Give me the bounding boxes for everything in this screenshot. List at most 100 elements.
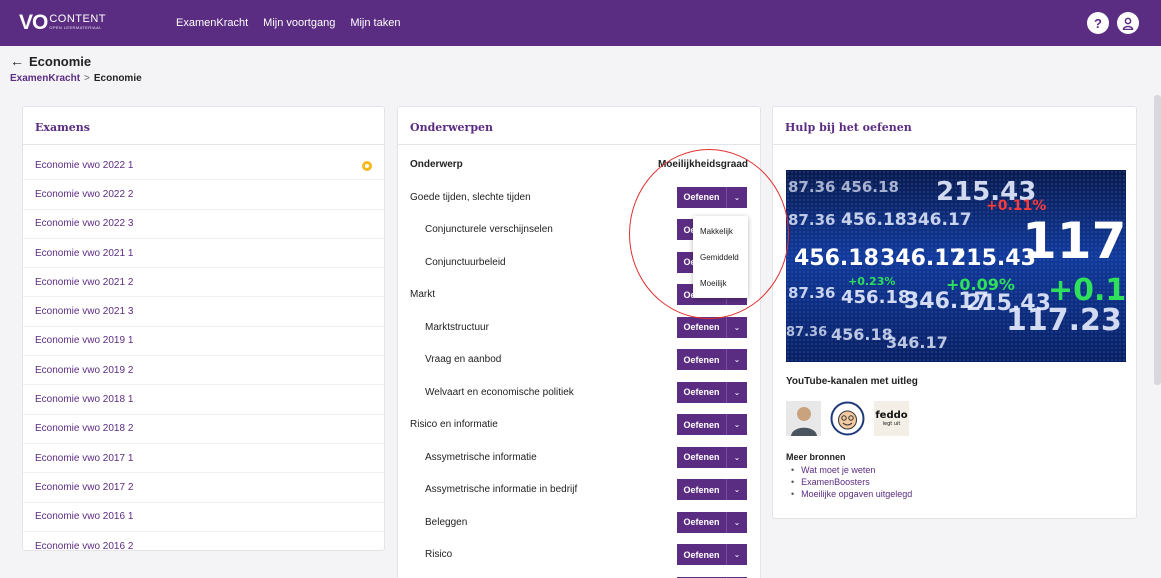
oefenen-button[interactable]: Oefenen [677, 544, 727, 566]
more-resources-title: Meer bronnen [786, 452, 846, 462]
youtube-channel-avatar-1[interactable] [786, 401, 821, 436]
oefenen-button[interactable]: Oefenen [677, 414, 727, 436]
youtube-channel-avatar-3[interactable]: feddo legt uit [874, 401, 909, 436]
exam-list-item[interactable]: Economie vwo 2017 2 [23, 473, 384, 503]
stock-number-456-18-second: 456.18 [841, 210, 907, 230]
back-arrow-icon[interactable]: ← [10, 53, 24, 69]
oefenen-split-button: Oefenen⌄ [677, 381, 747, 403]
cartoon-face-icon [830, 401, 865, 436]
help-button[interactable]: ? [1087, 12, 1109, 34]
exam-list-item[interactable]: Economie vwo 2019 1 [23, 327, 384, 357]
chevron-down-icon[interactable]: ⌄ [727, 446, 747, 468]
exam-item-label: Economie vwo 2018 1 [35, 394, 134, 406]
breadcrumb-link-examenkracht[interactable]: ExamenKracht [10, 73, 80, 84]
oefenen-button[interactable]: Oefenen [677, 446, 727, 468]
nav-link-examenkracht[interactable]: ExamenKracht [176, 17, 248, 29]
exam-item-label: Economie vwo 2021 1 [35, 247, 134, 259]
difficulty-dropdown-menu: Makkelijk Gemiddeld Moeilijk [693, 216, 748, 298]
exam-list-item[interactable]: Economie vwo 2017 1 [23, 444, 384, 474]
resource-link-examenboosters[interactable]: ExamenBoosters [786, 476, 912, 488]
breadcrumb-separator: > [84, 73, 90, 84]
top-navigation-bar: VO CONTENT OPEN LEERMATERIAAL ExamenKrac… [0, 0, 1161, 46]
exam-list-item[interactable]: Economie vwo 2022 3 [23, 210, 384, 239]
stock-change-red: +0.11% [986, 198, 1046, 214]
chevron-down-icon[interactable]: ⌄ [727, 381, 747, 403]
stock-change-green-mid: +0.09% [946, 275, 1015, 294]
exam-item-label: Economie vwo 2021 3 [35, 306, 134, 318]
feddo-logo-subtext: legt uit [883, 421, 901, 427]
topic-row: Risico en informatie Oefenen ⌄ [398, 409, 760, 442]
exam-list-item[interactable]: Economie vwo 2021 2 [23, 268, 384, 298]
chevron-down-icon[interactable]: ⌄ [727, 186, 747, 208]
chevron-down-icon[interactable]: ⌄ [727, 349, 747, 371]
topic-label: Conjunctuurbeleid [425, 256, 506, 268]
exam-item-label: Economie vwo 2016 1 [35, 511, 134, 523]
subtopic-row: Marktstructuur Oefenen ⌄ [398, 311, 760, 344]
oefenen-button[interactable]: Oefenen [677, 381, 727, 403]
chevron-down-icon[interactable]: ⌄ [727, 511, 747, 533]
help-panel-title: Hulp bij het oefenen [773, 107, 1136, 145]
nav-link-mijn-taken[interactable]: Mijn taken [350, 17, 400, 29]
stock-ticker-graphic: 87.36 456.18 215.43 87.36 456.18 346.17 … [786, 170, 1126, 362]
dropdown-item-makkelijk[interactable]: Makkelijk [693, 218, 748, 244]
stock-number-87-36-third: 87.36 [788, 284, 835, 302]
resource-link-moeilijke-opgaven[interactable]: Moeilijke opgaven uitgelegd [786, 488, 912, 500]
exam-list-item[interactable]: Economie vwo 2019 2 [23, 356, 384, 386]
subtopic-row: Assymetrische informatie in bedrijf Oefen… [398, 474, 760, 507]
user-icon [1122, 17, 1134, 30]
exam-list-item[interactable]: Economie vwo 2022 2 [23, 180, 384, 210]
exam-item-label: Economie vwo 2022 3 [35, 218, 134, 230]
topic-row: Goede tijden, slechte tijden Oefenen ⌄ [398, 181, 760, 214]
exam-item-label: Economie vwo 2022 2 [35, 188, 134, 200]
youtube-channel-avatar-2[interactable] [830, 401, 865, 436]
oefenen-button[interactable]: Oefenen [677, 479, 727, 501]
dropdown-item-moeilijk[interactable]: Moeilijk [693, 270, 748, 296]
oefenen-button[interactable]: Oefenen [677, 511, 727, 533]
chevron-down-icon[interactable]: ⌄ [727, 479, 747, 501]
oefenen-split-button: Oefenen⌄ [677, 446, 747, 468]
oefenen-split-button: Oefenen⌄ [677, 511, 747, 533]
subtopic-row: Vraag en aanbod Oefenen ⌄ [398, 344, 760, 377]
exam-list-item[interactable]: Economie vwo 2016 1 [23, 503, 384, 532]
exam-list-item[interactable]: Economie vwo 2018 1 [23, 385, 384, 415]
nav-link-mijn-voortgang[interactable]: Mijn voortgang [263, 17, 335, 29]
exam-item-label: Economie vwo 2019 2 [35, 364, 134, 376]
dropdown-item-gemiddeld[interactable]: Gemiddeld [693, 244, 748, 270]
stock-number-87-36-bottom: 87.36 [786, 325, 827, 340]
help-panel: Hulp bij het oefenen 87.36 456.18 215.43… [772, 106, 1137, 519]
oefenen-button[interactable]: Oefenen [677, 349, 727, 371]
vo-content-logo[interactable]: VO CONTENT OPEN LEERMATERIAAL [19, 12, 106, 33]
exam-list-item[interactable]: Economie vwo 2016 2 [23, 532, 384, 551]
subtopic-row: Beleggen Oefenen ⌄ [398, 506, 760, 539]
stock-number-456-18-third: 456.18 [841, 287, 910, 308]
stock-number-456-18-main: 456.18 [794, 246, 879, 271]
oefenen-button[interactable]: Oefenen [677, 316, 727, 338]
exam-list-item[interactable]: Economie vwo 2021 3 [23, 297, 384, 327]
stock-number-456-18-bottom: 456.18 [831, 325, 893, 344]
oefenen-split-button: Oefenen⌄ [677, 544, 747, 566]
topic-row: Oefenen⌄ [398, 571, 760, 578]
exam-item-label: Economie vwo 2021 2 [35, 276, 134, 288]
resource-link-wat-moet-je-weten[interactable]: Wat moet je weten [786, 464, 912, 476]
exam-list-item[interactable]: Economie vwo 2018 2 [23, 415, 384, 444]
profile-button[interactable] [1117, 12, 1139, 34]
oefenen-split-button: Oefenen⌄ [677, 186, 747, 208]
oefenen-button[interactable]: Oefenen [677, 186, 727, 208]
chevron-down-icon[interactable]: ⌄ [727, 544, 747, 566]
exam-item-label: Economie vwo 2016 2 [35, 540, 134, 551]
topic-label: Goede tijden, slechte tijden [410, 191, 531, 203]
exam-list-item[interactable]: Economie vwo 2021 1 [23, 239, 384, 269]
chevron-down-icon[interactable]: ⌄ [727, 414, 747, 436]
topic-label: Welvaart en economische politiek [425, 386, 574, 398]
topic-label: Assymetrische informatie [425, 451, 537, 463]
exam-list-item[interactable]: Economie vwo 2022 1 [23, 151, 384, 181]
page-scrollbar[interactable] [1154, 95, 1161, 385]
topic-label: Beleggen [425, 516, 468, 528]
logo-subtitle: OPEN LEERMATERIAAL [49, 25, 102, 30]
person-photo-icon [786, 401, 821, 436]
youtube-channel-avatars: feddo legt uit [786, 401, 909, 436]
chevron-down-icon[interactable]: ⌄ [727, 316, 747, 338]
youtube-channels-title: YouTube-kanalen met uitleg [786, 376, 918, 387]
subtopic-row: Risico Oefenen ⌄ [398, 539, 760, 572]
exam-item-label: Economie vwo 2018 2 [35, 423, 134, 435]
